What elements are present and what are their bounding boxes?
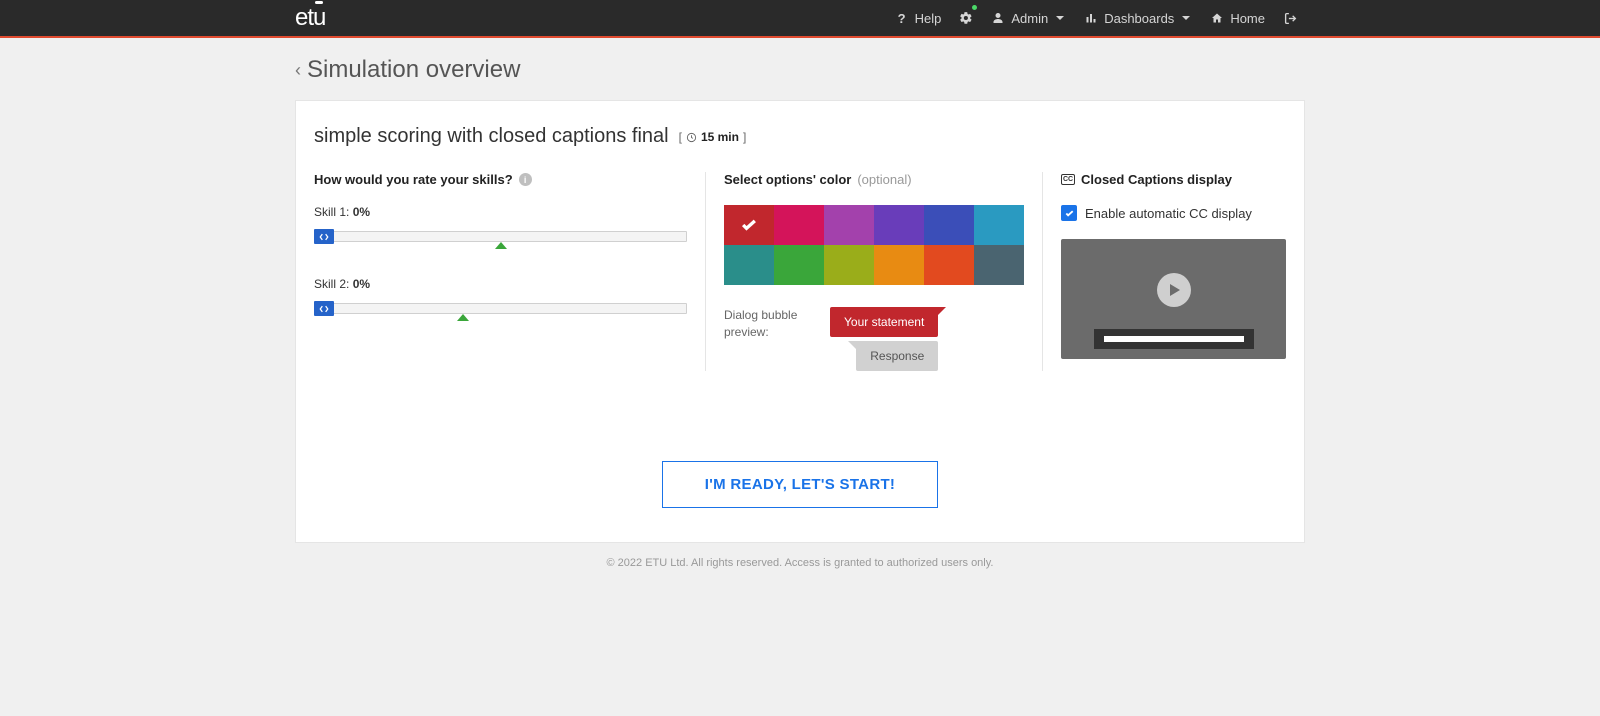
caption-bar [1094,329,1254,349]
skill-block: Skill 1: 0% [314,205,687,247]
nav-admin-label: Admin [1011,11,1048,26]
cc-icon: CC [1061,174,1075,185]
nav-dashboards-label: Dashboards [1104,11,1174,26]
color-swatch[interactable] [974,205,1024,245]
info-icon[interactable]: i [519,173,532,186]
color-swatch[interactable] [724,205,774,245]
color-swatch[interactable] [824,245,874,285]
bar-chart-icon [1084,11,1098,25]
skills-column: How would you rate your skills? i Skill … [314,172,705,371]
colors-column: Select options' color (optional) Dialog … [705,172,1042,371]
skill-slider[interactable] [314,227,687,247]
start-button[interactable]: I'M READY, LET'S START! [662,461,938,508]
colors-optional: (optional) [857,172,911,187]
color-swatch[interactable] [924,245,974,285]
skill-slider[interactable] [314,299,687,319]
bubble-preview: Your statement Response [830,307,938,371]
clock-icon [686,130,697,144]
duration-badge: [ 15 min ] [679,130,747,144]
cc-column: CC Closed Captions display Enable automa… [1042,172,1286,371]
nav-help[interactable]: ? Help [885,0,952,37]
nav-logout[interactable] [1275,0,1305,37]
check-icon [739,215,759,235]
color-palette [724,205,1024,285]
nav-settings[interactable] [951,0,981,37]
skills-heading: How would you rate your skills? [314,172,513,187]
bubble-preview-label: Dialog bubble preview: [724,307,814,341]
slider-target-mark-icon [457,314,469,321]
logout-icon [1283,11,1297,25]
breadcrumb[interactable]: ‹ Simulation overview [295,38,1305,100]
skill-block: Skill 2: 0% [314,277,687,319]
footer-text: © 2022 ETU Ltd. All rights reserved. Acc… [295,543,1305,583]
play-icon[interactable] [1157,273,1191,307]
color-swatch[interactable] [774,245,824,285]
user-icon [991,11,1005,25]
logo[interactable]: etu [295,4,325,32]
color-swatch[interactable] [874,245,924,285]
skill-label: Skill 1: 0% [314,205,687,219]
nav-admin[interactable]: Admin [981,0,1074,37]
cc-heading: Closed Captions display [1081,172,1232,187]
help-icon: ? [895,11,909,25]
nav-help-label: Help [915,11,942,26]
nav-dashboards[interactable]: Dashboards [1074,0,1200,37]
slider-target-mark-icon [495,242,507,249]
color-swatch[interactable] [974,245,1024,285]
breadcrumb-label: Simulation overview [307,56,520,84]
skill-label: Skill 2: 0% [314,277,687,291]
top-nav: etu ? Help Admin Dashboards [0,0,1600,38]
slider-handle-icon[interactable] [314,229,334,244]
color-swatch[interactable] [724,245,774,285]
simulation-card: simple scoring with closed captions fina… [295,100,1305,543]
slider-handle-icon[interactable] [314,301,334,316]
color-swatch[interactable] [924,205,974,245]
home-icon [1210,11,1224,25]
duration-value: 15 min [701,130,739,144]
response-bubble: Response [856,341,938,371]
gear-icon [959,11,973,25]
cc-video-preview [1061,239,1286,359]
cc-enable-checkbox[interactable] [1061,205,1077,221]
simulation-title: simple scoring with closed captions fina… [314,125,669,148]
statement-bubble: Your statement [830,307,938,337]
cc-checkbox-label: Enable automatic CC display [1085,206,1252,221]
color-swatch[interactable] [774,205,824,245]
color-swatch[interactable] [874,205,924,245]
chevron-left-icon: ‹ [295,60,301,81]
nav-home-label: Home [1230,11,1265,26]
colors-heading: Select options' color [724,172,851,187]
notification-dot-icon [972,5,977,10]
chevron-down-icon [1056,16,1064,20]
chevron-down-icon [1182,16,1190,20]
nav-home[interactable]: Home [1200,0,1275,37]
color-swatch[interactable] [824,205,874,245]
